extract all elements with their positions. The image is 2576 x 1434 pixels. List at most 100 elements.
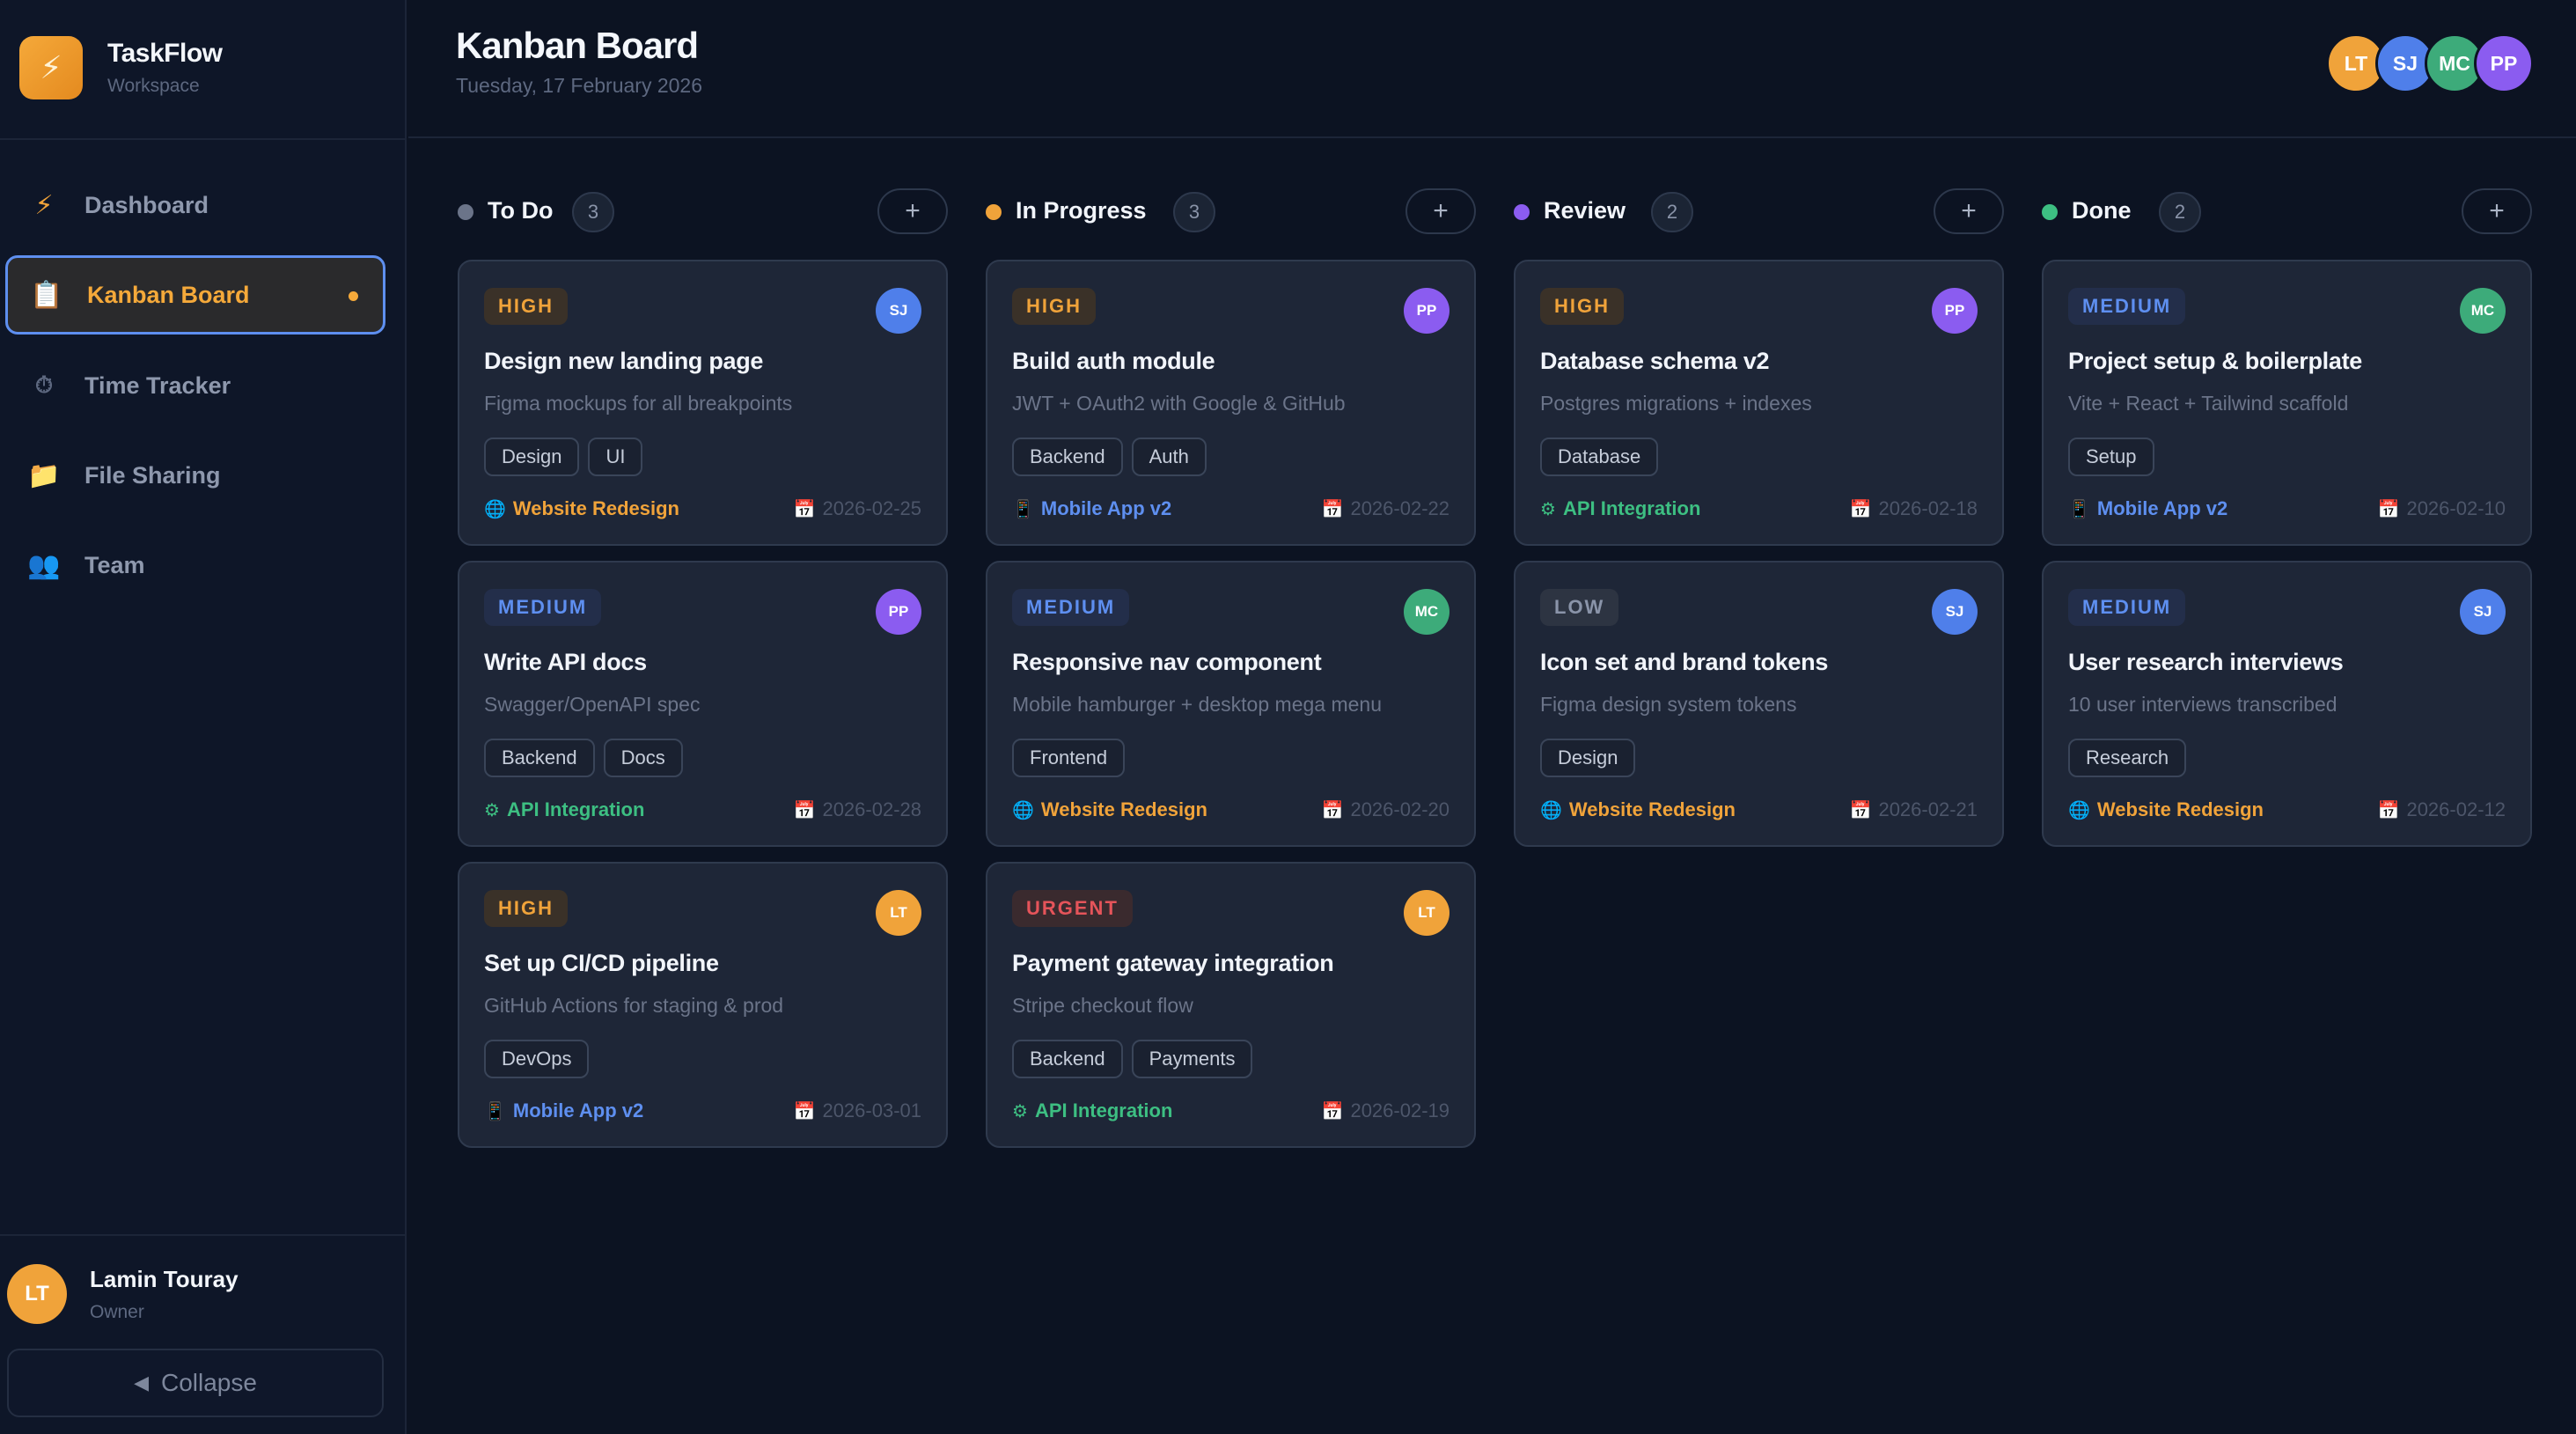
task-card[interactable]: MEDIUM PP Write API docs Swagger/OpenAPI… bbox=[458, 561, 948, 847]
status-dot bbox=[2042, 204, 2058, 220]
assignee-avatar[interactable]: SJ bbox=[876, 288, 921, 334]
due-date-value: 2026-02-28 bbox=[822, 798, 921, 820]
task-card[interactable]: HIGH PP Database schema v2 Postgres migr… bbox=[1514, 260, 2004, 546]
project-link[interactable]: 📱 Mobile App v2 bbox=[2068, 497, 2227, 520]
due-date: 📅 2026-02-22 bbox=[1322, 497, 1449, 520]
project-link[interactable]: 📱 Mobile App v2 bbox=[484, 1099, 643, 1122]
user-name: Lamin Touray bbox=[90, 1265, 239, 1292]
tag[interactable]: Design bbox=[1540, 739, 1636, 777]
avatar[interactable]: PP bbox=[2474, 33, 2534, 93]
tag[interactable]: Payments bbox=[1131, 1040, 1253, 1078]
project-icon: 📱 bbox=[1012, 499, 1034, 519]
collapse-label: Collapse bbox=[160, 1369, 257, 1396]
caret-left-icon: ◀ bbox=[134, 1371, 149, 1394]
task-card[interactable]: HIGH PP Build auth module JWT + OAuth2 w… bbox=[986, 260, 1476, 546]
active-indicator-dot bbox=[349, 291, 358, 301]
assignee-avatar[interactable]: PP bbox=[1404, 288, 1449, 334]
priority-badge: MEDIUM bbox=[484, 589, 602, 626]
project-link[interactable]: 🌐 Website Redesign bbox=[1012, 798, 1207, 821]
task-card[interactable]: LOW SJ Icon set and brand tokens Figma d… bbox=[1514, 561, 2004, 847]
card-title: Responsive nav component bbox=[1012, 649, 1322, 675]
card-title: Design new landing page bbox=[484, 348, 764, 374]
project-link[interactable]: ⚙ API Integration bbox=[1540, 497, 1700, 520]
tag[interactable]: Frontend bbox=[1012, 739, 1126, 777]
tag[interactable]: DevOps bbox=[484, 1040, 590, 1078]
priority-badge: HIGH bbox=[484, 890, 568, 927]
tag-list: DevOps bbox=[484, 1040, 598, 1078]
card-description: Stripe checkout flow bbox=[1012, 994, 1193, 1017]
assignee-avatar[interactable]: PP bbox=[1932, 288, 1978, 334]
status-dot bbox=[458, 204, 473, 220]
status-dot bbox=[986, 204, 1002, 220]
assignee-avatar[interactable]: PP bbox=[876, 589, 921, 635]
card-title: Build auth module bbox=[1012, 348, 1215, 374]
assignee-avatar[interactable]: MC bbox=[2460, 288, 2506, 334]
add-card-button[interactable]: + bbox=[2462, 188, 2532, 234]
due-date-value: 2026-02-20 bbox=[1350, 798, 1449, 820]
tag[interactable]: Backend bbox=[484, 739, 595, 777]
task-card[interactable]: HIGH LT Set up CI/CD pipeline GitHub Act… bbox=[458, 862, 948, 1148]
due-date-value: 2026-02-19 bbox=[1350, 1099, 1449, 1121]
calendar-icon: 📅 bbox=[2377, 499, 2400, 519]
card-description: 10 user interviews transcribed bbox=[2068, 693, 2337, 716]
tag[interactable]: Backend bbox=[1012, 1040, 1123, 1078]
sidebar-item-dashboard[interactable]: ⚡ Dashboard bbox=[5, 165, 385, 245]
project-link[interactable]: ⚙ API Integration bbox=[1012, 1099, 1172, 1122]
tag[interactable]: UI bbox=[588, 438, 643, 476]
current-user[interactable]: LT Lamin Touray Owner bbox=[7, 1264, 239, 1324]
tag[interactable]: Docs bbox=[603, 739, 683, 777]
tag[interactable]: Database bbox=[1540, 438, 1659, 476]
due-date-value: 2026-02-10 bbox=[2406, 497, 2506, 519]
task-card[interactable]: HIGH SJ Design new landing page Figma mo… bbox=[458, 260, 948, 546]
project-icon: ⚙ bbox=[1540, 499, 1556, 519]
project-label: Mobile App v2 bbox=[512, 1099, 644, 1121]
column-count-badge: 2 bbox=[2159, 192, 2201, 232]
add-card-button[interactable]: + bbox=[1405, 188, 1476, 234]
add-card-button[interactable]: + bbox=[877, 188, 948, 234]
project-link[interactable]: 🌐 Website Redesign bbox=[484, 497, 679, 520]
sidebar-item-team[interactable]: 👥 Team bbox=[5, 526, 385, 605]
priority-badge: URGENT bbox=[1012, 890, 1133, 927]
tag[interactable]: Setup bbox=[2068, 438, 2154, 476]
due-date-value: 2026-02-18 bbox=[1878, 497, 1978, 519]
project-link[interactable]: 📱 Mobile App v2 bbox=[1012, 497, 1171, 520]
page-header: Kanban Board Tuesday, 17 February 2026 L… bbox=[408, 0, 2576, 138]
project-link[interactable]: ⚙ API Integration bbox=[484, 798, 644, 821]
assignee-avatar[interactable]: SJ bbox=[2460, 589, 2506, 635]
priority-badge: HIGH bbox=[1012, 288, 1096, 325]
brand[interactable]: ⚡ TaskFlow Workspace bbox=[19, 35, 223, 100]
project-link[interactable]: 🌐 Website Redesign bbox=[2068, 798, 2264, 821]
calendar-icon: 📅 bbox=[1321, 499, 1344, 519]
sidebar-item-file-sharing[interactable]: 📁 File Sharing bbox=[5, 436, 385, 515]
card-description: GitHub Actions for staging & prod bbox=[484, 994, 784, 1017]
assignee-avatar[interactable]: LT bbox=[1404, 890, 1449, 936]
tag-list: Backend Docs bbox=[484, 739, 692, 777]
sidebar-item-kanban-board[interactable]: 📋 Kanban Board bbox=[5, 255, 385, 335]
task-card[interactable]: MEDIUM MC Project setup & boilerplate Vi… bbox=[2042, 260, 2532, 546]
project-label: Website Redesign bbox=[512, 497, 679, 519]
sidebar-item-time-tracker[interactable]: ⏱ Time Tracker bbox=[5, 346, 385, 425]
due-date: 📅 2026-02-21 bbox=[1850, 798, 1978, 821]
assignee-avatar[interactable]: SJ bbox=[1932, 589, 1978, 635]
tag[interactable]: Research bbox=[2068, 739, 2187, 777]
task-card[interactable]: MEDIUM SJ User research interviews 10 us… bbox=[2042, 561, 2532, 847]
card-description: JWT + OAuth2 with Google & GitHub bbox=[1012, 392, 1346, 415]
project-label: Website Redesign bbox=[1040, 798, 1207, 820]
assignee-avatar[interactable]: LT bbox=[876, 890, 921, 936]
project-link[interactable]: 🌐 Website Redesign bbox=[1540, 798, 1736, 821]
collapse-button[interactable]: ◀ Collapse bbox=[7, 1349, 384, 1417]
tag[interactable]: Backend bbox=[1012, 438, 1123, 476]
priority-badge: MEDIUM bbox=[2068, 288, 2186, 325]
tag[interactable]: Auth bbox=[1131, 438, 1207, 476]
card-description: Figma design system tokens bbox=[1540, 693, 1797, 716]
card-description: Figma mockups for all breakpoints bbox=[484, 392, 793, 415]
assignee-avatar[interactable]: MC bbox=[1404, 589, 1449, 635]
tag[interactable]: Design bbox=[484, 438, 580, 476]
priority-badge: HIGH bbox=[484, 288, 568, 325]
task-card[interactable]: URGENT LT Payment gateway integration St… bbox=[986, 862, 1476, 1148]
task-card[interactable]: MEDIUM MC Responsive nav component Mobil… bbox=[986, 561, 1476, 847]
brand-name: TaskFlow bbox=[107, 39, 223, 68]
due-date: 📅 2026-02-20 bbox=[1322, 798, 1449, 821]
brand-subtitle: Workspace bbox=[107, 76, 200, 96]
add-card-button[interactable]: + bbox=[1934, 188, 2004, 234]
